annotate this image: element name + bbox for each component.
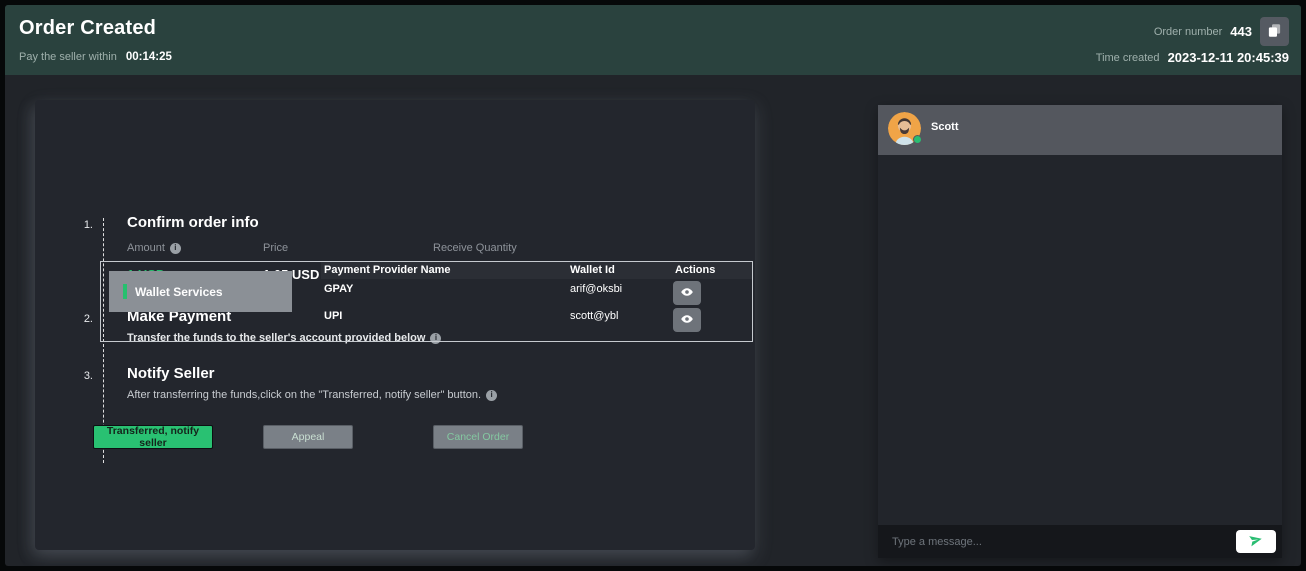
order-number-value: 443 [1230, 24, 1252, 39]
pay-within: Pay the seller within 00:14:25 [19, 51, 172, 63]
send-icon [1248, 533, 1264, 550]
order-header: Order Created Pay the seller within 00:1… [5, 5, 1301, 75]
chat-header: Scott [878, 105, 1282, 155]
pay-within-countdown: 00:14:25 [126, 51, 172, 63]
chat-message-input[interactable] [892, 536, 1228, 548]
wallet-id-cell: arif@oksbi [570, 283, 622, 295]
chat-panel: Scott [878, 105, 1282, 558]
order-number-row: Order number 443 [1096, 17, 1289, 46]
eye-icon [680, 312, 694, 329]
provider-cell: UPI [324, 310, 342, 322]
amount-info-icon[interactable]: i [170, 243, 181, 254]
avatar [888, 112, 921, 145]
send-message-button[interactable] [1236, 530, 1276, 553]
active-tab-indicator [123, 284, 127, 299]
view-wallet-button[interactable] [673, 308, 701, 332]
column-wallet-id: Wallet Id [570, 264, 615, 276]
eye-icon [680, 285, 694, 302]
time-created-value: 2023-12-11 20:45:39 [1168, 50, 1289, 65]
time-created-row: Time created 2023-12-11 20:45:39 [1096, 50, 1289, 65]
wallet-services-tab-label: Wallet Services [135, 285, 223, 299]
chat-user-name: Scott [931, 121, 959, 133]
column-provider: Payment Provider Name [324, 264, 451, 276]
receive-quantity-label: Receive Quantity [433, 242, 517, 254]
cancel-order-button[interactable]: Cancel Order [433, 425, 523, 449]
tab-wallet-services[interactable]: Wallet Services [109, 271, 292, 312]
copy-order-number-button[interactable] [1260, 17, 1289, 46]
step-3-description: After transferring the funds,click on th… [127, 389, 497, 401]
transferred-notify-seller-button[interactable]: Transferred, notify seller [93, 425, 213, 449]
copy-icon [1267, 23, 1282, 41]
provider-cell: GPAY [324, 283, 353, 295]
column-actions: Actions [675, 264, 715, 276]
chat-messages-area [878, 155, 1282, 525]
step-1-title: Confirm order info [127, 214, 259, 231]
amount-label: Amount [127, 242, 165, 254]
time-created-label: Time created [1096, 52, 1160, 64]
app-window: Order Created Pay the seller within 00:1… [5, 5, 1301, 566]
notify-info-icon[interactable]: i [486, 390, 497, 401]
online-status-dot [913, 135, 922, 144]
order-steps-card: 1. Confirm order info Amount i 1 USD Pri… [35, 100, 755, 550]
screenshot-frame: Order Created Pay the seller within 00:1… [0, 0, 1306, 571]
view-wallet-button[interactable] [673, 281, 701, 305]
appeal-button[interactable]: Appeal [263, 425, 353, 449]
step-3-number: 3. [63, 370, 93, 382]
payment-methods-box: Wallet Services Payment Provider Name Wa… [100, 261, 753, 342]
step-1-number: 1. [63, 219, 93, 231]
step-2-number: 2. [63, 313, 93, 325]
step-3-title: Notify Seller [127, 365, 215, 382]
header-right: Order number 443 Time created 2023-12-11… [1096, 17, 1289, 65]
chat-input-bar [878, 525, 1282, 558]
pay-within-label: Pay the seller within [19, 51, 117, 63]
wallet-id-cell: scott@ybl [570, 310, 618, 322]
order-number-label: Order number [1154, 26, 1222, 38]
price-label: Price [263, 242, 288, 254]
